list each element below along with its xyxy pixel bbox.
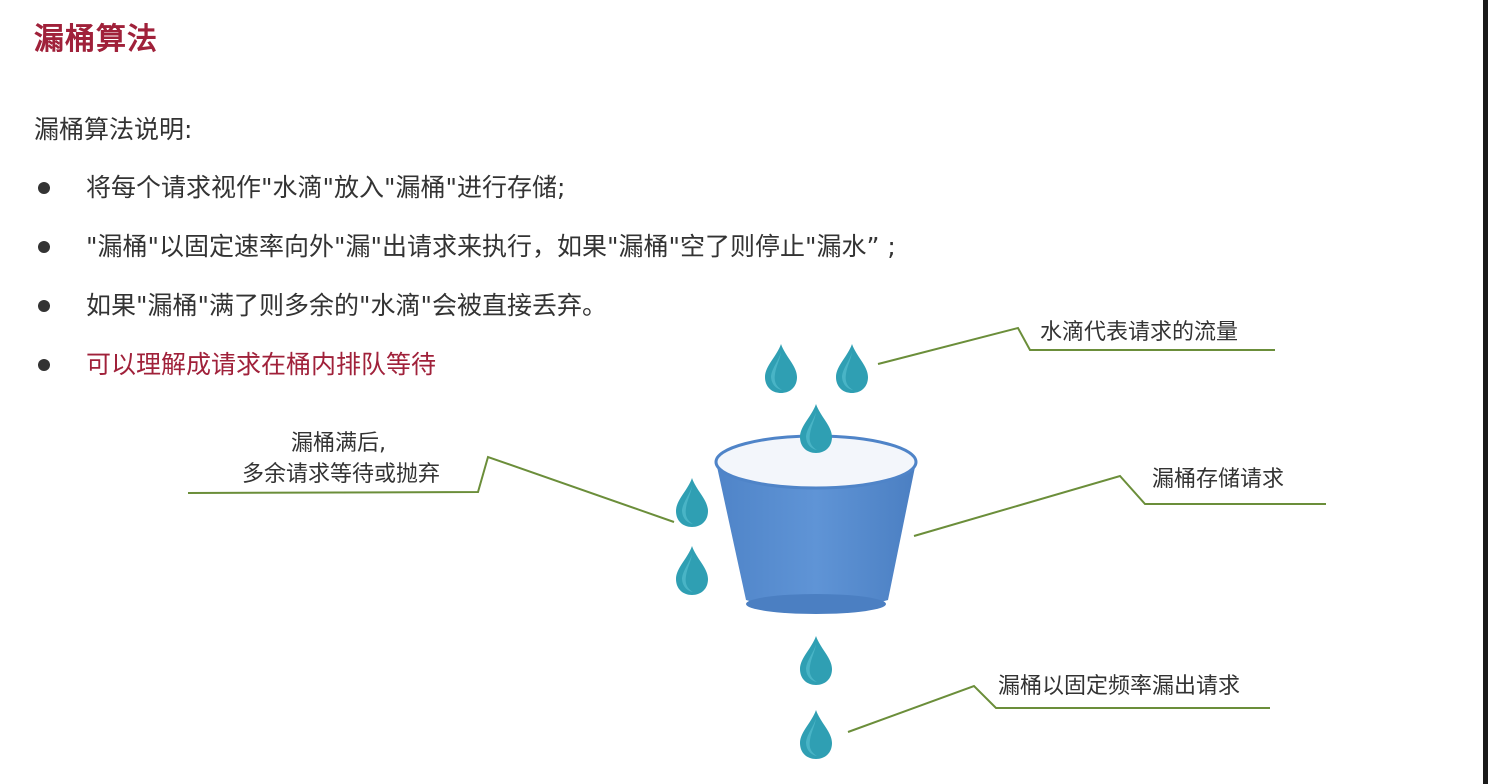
- water-droplet-icon: [676, 478, 708, 527]
- callout-overflow-line1: 漏桶满后,: [291, 431, 386, 456]
- callout-rate: 漏桶以固定频率漏出请求: [998, 674, 1240, 699]
- leaky-bucket-diagram: 水滴代表请求的流量 漏桶满后, 多余请求等待或抛弃 漏桶存储请求 漏桶以固定频率…: [187, 320, 1326, 759]
- water-droplet-icon: [800, 710, 832, 759]
- water-droplet-icon: [765, 344, 797, 393]
- water-droplet-icon: [800, 404, 832, 453]
- bucket-icon: [714, 434, 918, 614]
- water-droplet-icon: [800, 636, 832, 685]
- callout-droplets: 水滴代表请求的流量: [1040, 320, 1238, 345]
- callout-overflow-line2: 多余请求等待或抛弃: [242, 462, 440, 487]
- water-droplet-icon: [836, 344, 868, 393]
- callout-storage: 漏桶存储请求: [1152, 467, 1284, 492]
- water-droplet-icon: [676, 546, 708, 595]
